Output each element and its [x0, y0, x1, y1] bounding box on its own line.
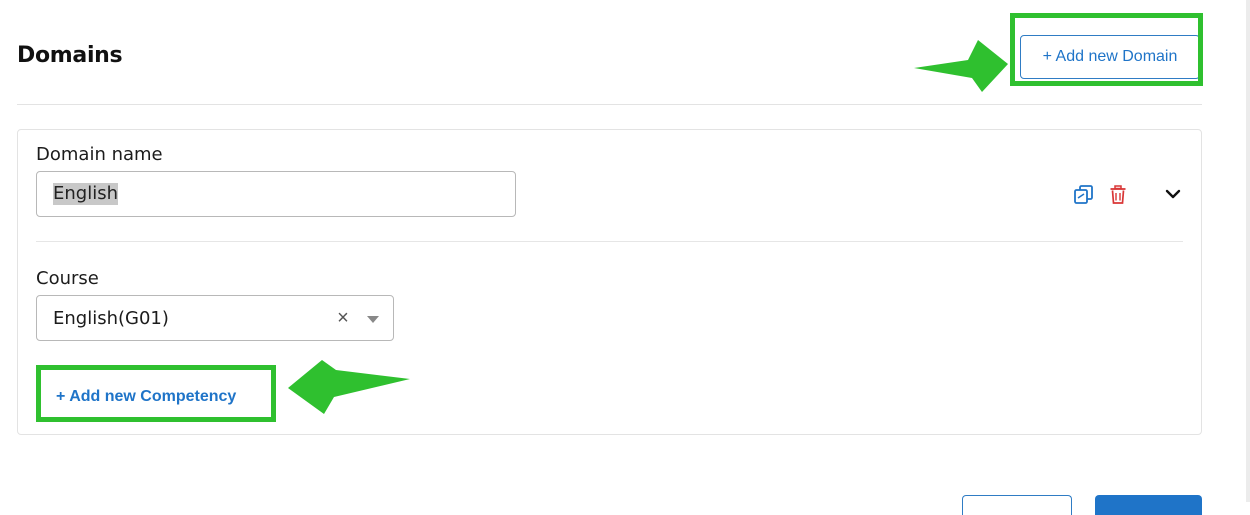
header-divider — [17, 104, 1202, 105]
domain-name-value: English — [53, 183, 118, 205]
course-label: Course — [36, 268, 99, 289]
dropdown-caret-icon[interactable] — [367, 316, 379, 323]
arrow-icon — [914, 38, 1010, 101]
window-edge — [1246, 0, 1250, 502]
chevron-down-icon[interactable] — [1164, 187, 1182, 206]
add-new-domain-button[interactable]: + Add new Domain — [1020, 35, 1200, 79]
footer-secondary-button[interactable] — [962, 495, 1072, 515]
footer-primary-button[interactable] — [1095, 495, 1202, 515]
copy-icon[interactable] — [1073, 184, 1095, 211]
add-new-competency-link[interactable]: + Add new Competency — [56, 388, 236, 406]
clear-icon[interactable]: × — [333, 306, 353, 330]
page-title: Domains — [17, 43, 123, 68]
domain-name-input[interactable]: English — [36, 171, 516, 217]
domain-name-label: Domain name — [36, 144, 163, 165]
course-value: English(G01) — [53, 307, 169, 329]
course-select[interactable]: English(G01) × — [36, 295, 394, 341]
card-divider — [36, 241, 1183, 242]
trash-icon[interactable] — [1109, 185, 1127, 210]
